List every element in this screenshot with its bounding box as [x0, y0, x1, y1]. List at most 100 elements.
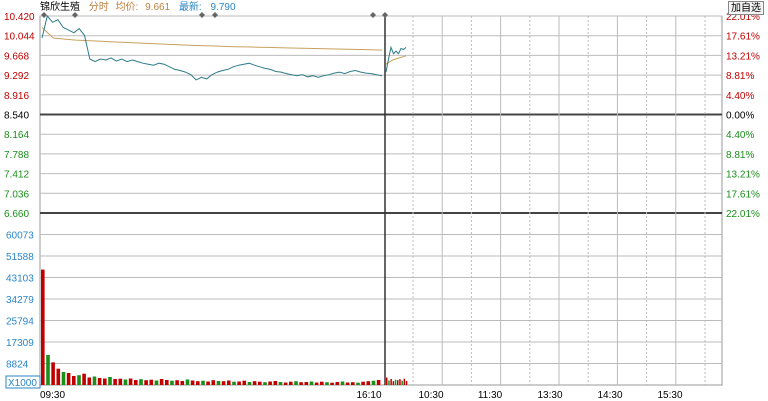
- price-tick-label: 7.412: [4, 170, 29, 181]
- volume-bar: [388, 380, 390, 385]
- volume-tick-label: 17309: [6, 338, 34, 349]
- intraday-chart[interactable]: 10.420 10.044 9.668 9.292 8.916 8.540 8.164 7.7…: [0, 0, 768, 401]
- volume-bar: [273, 381, 278, 385]
- volume-bar: [405, 381, 408, 385]
- volume-bar: [159, 379, 164, 385]
- last-price-label: 最新:: [178, 2, 202, 13]
- volume-bar: [139, 379, 143, 385]
- volume-bar: [108, 377, 112, 385]
- volume-bar: [304, 382, 309, 385]
- volume-bar: [175, 380, 179, 385]
- session-marker-icon: [370, 12, 376, 18]
- volume-bar: [299, 382, 303, 385]
- time-tick-label: 15:30: [657, 390, 682, 401]
- volume-bar: [211, 380, 216, 385]
- volume-bar: [390, 379, 392, 385]
- volume-bar: [268, 381, 272, 385]
- volume-bar: [320, 381, 324, 385]
- percent-tick-label: 22.01%: [726, 209, 760, 220]
- volume-bar: [51, 362, 55, 385]
- volume-bar: [397, 380, 399, 385]
- volume-bar: [77, 375, 81, 385]
- volume-bar: [41, 269, 45, 385]
- price-tick-label: 8.540: [4, 111, 29, 122]
- volume-bar: [283, 382, 288, 385]
- time-tick-label: 16:10: [356, 390, 381, 401]
- price-tick-label: 10.420: [4, 12, 35, 23]
- add-to-watchlist-button[interactable]: 加自选: [728, 1, 764, 15]
- last-price-value: 9.790: [210, 2, 236, 13]
- volume-tick-label: 60073: [6, 231, 34, 242]
- volume-unit-label: X1000: [8, 378, 37, 389]
- price-tick-label: 9.668: [4, 51, 29, 62]
- price-tick-label: 7.036: [4, 189, 29, 200]
- avg-price-line: [41, 27, 383, 51]
- volume-bar: [314, 382, 319, 385]
- volume-bar: [403, 378, 406, 385]
- volume-bar: [371, 380, 376, 385]
- volume-bar: [170, 380, 174, 385]
- volume-bar: [399, 379, 401, 385]
- stock-name: 锦欣生殖: [40, 2, 80, 13]
- volume-tick-label: 43103: [6, 274, 34, 285]
- volume-bar: [87, 377, 92, 385]
- volume-bar: [247, 382, 252, 385]
- volume-bar: [144, 380, 148, 385]
- avg-price-label: 均价:: [115, 2, 139, 13]
- price-tick-label: 8.916: [4, 91, 29, 102]
- price-tick-label: 9.292: [4, 71, 29, 82]
- volume-bar: [351, 382, 355, 385]
- volume-bar: [325, 382, 329, 385]
- price-tick-label: 8.164: [4, 130, 29, 141]
- volume-bar: [92, 376, 97, 385]
- volume-bar: [232, 381, 236, 385]
- volume-bar: [392, 381, 395, 385]
- volume-bar: [46, 354, 50, 385]
- time-tick-label: 11:30: [478, 390, 503, 401]
- volume-bar: [154, 380, 159, 385]
- volume-bar: [118, 378, 123, 385]
- volume-bar: [134, 380, 138, 385]
- price-tick-label: 10.044: [4, 32, 35, 43]
- volume-bar: [345, 382, 350, 385]
- volume-bar: [185, 379, 190, 385]
- volume-bar: [294, 381, 298, 385]
- percent-tick-label: 0.00%: [726, 111, 754, 122]
- percent-tick-label: 8.81%: [726, 150, 754, 161]
- volume-bar: [196, 381, 200, 385]
- time-share-label: 分时: [88, 2, 109, 13]
- volume-bar: [309, 381, 314, 385]
- time-tick-label: 10:30: [418, 390, 443, 401]
- volume-bar: [376, 380, 381, 385]
- volume-tick-label: 25794: [6, 317, 34, 328]
- percent-tick-label: 13.21%: [726, 170, 760, 181]
- volume-bar: [330, 382, 334, 385]
- percent-tick-label: 13.21%: [726, 51, 760, 62]
- price-line: [385, 45, 407, 73]
- plot-frame: [39, 15, 723, 386]
- volume-bar: [61, 372, 66, 385]
- volume-bar: [190, 380, 195, 385]
- volume-tick-label: 8824: [6, 360, 29, 371]
- volume-bar: [206, 381, 210, 385]
- volume-bar: [278, 382, 283, 385]
- volume-bar: [180, 381, 185, 385]
- volume-bar: [289, 381, 293, 385]
- volume-bar: [128, 378, 133, 385]
- time-tick-label: 14:30: [597, 390, 622, 401]
- percent-tick-label: 4.40%: [726, 91, 754, 102]
- volume-bar: [394, 379, 397, 385]
- price-tick-label: 6.660: [4, 209, 29, 220]
- volume-bar: [221, 381, 226, 385]
- volume-bar: [123, 379, 128, 385]
- time-tick-label: 13:30: [537, 390, 562, 401]
- volume-bar: [366, 381, 371, 385]
- volume-bar: [356, 382, 360, 385]
- avg-price-value: 9.661: [145, 2, 171, 13]
- volume-bar: [401, 380, 403, 385]
- volume-bar: [361, 381, 365, 385]
- volume-bar: [165, 380, 169, 385]
- session-marker-icon: [382, 12, 388, 18]
- intraday-chart-window: 10.420 10.044 9.668 9.292 8.916 8.540 8.164 7.7…: [0, 0, 768, 401]
- price-line: [41, 14, 383, 81]
